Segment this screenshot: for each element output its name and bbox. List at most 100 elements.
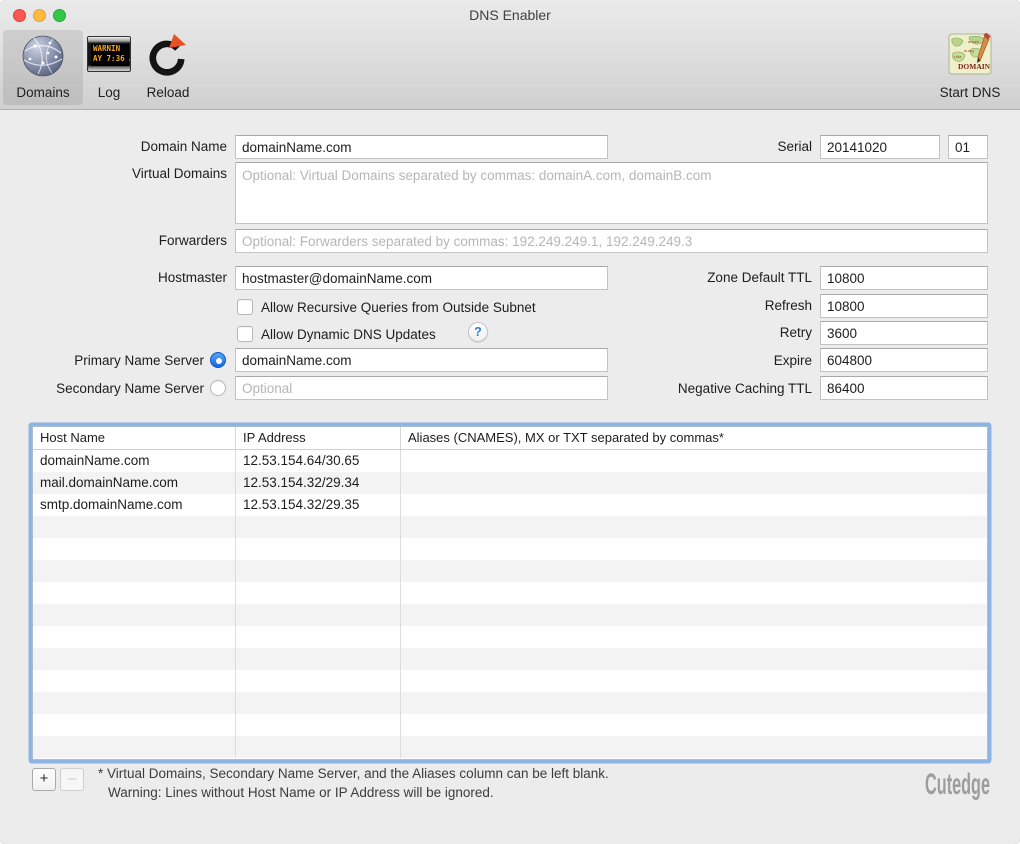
negative-caching-ttl-input[interactable] xyxy=(820,376,988,400)
table-cell-ip[interactable] xyxy=(236,736,401,758)
table-cell-ip[interactable]: 12.53.154.32/29.35 xyxy=(236,494,401,516)
domain-name-input[interactable] xyxy=(235,135,608,159)
table-row[interactable] xyxy=(33,670,987,692)
help-button[interactable]: ? xyxy=(468,322,488,342)
reload-icon xyxy=(145,33,191,79)
table-cell-ip[interactable] xyxy=(236,670,401,692)
table-cell-aliases[interactable] xyxy=(401,692,987,714)
forwarders-label: Forwarders xyxy=(159,233,227,248)
virtual-domains-label: Virtual Domains xyxy=(132,166,227,181)
table-cell-aliases[interactable] xyxy=(401,516,987,538)
serial-input[interactable] xyxy=(820,135,940,159)
table-row[interactable] xyxy=(33,692,987,714)
toolbar-item-domains[interactable]: Domains xyxy=(3,30,83,105)
primary-ns-label: Primary Name Server xyxy=(74,353,204,368)
table-cell-host[interactable] xyxy=(33,714,236,736)
table-row[interactable] xyxy=(33,648,987,670)
table-cell-ip[interactable] xyxy=(236,714,401,736)
svg-text:r.biz: r.biz xyxy=(954,54,961,59)
toolbar-item-reload[interactable]: Reload xyxy=(136,30,200,105)
primary-ns-input[interactable] xyxy=(235,348,608,372)
table-row[interactable] xyxy=(33,736,987,758)
table-row[interactable] xyxy=(33,626,987,648)
table-cell-ip[interactable] xyxy=(236,538,401,560)
expire-input[interactable] xyxy=(820,348,988,372)
table-row[interactable] xyxy=(33,560,987,582)
hostmaster-input[interactable] xyxy=(235,266,608,290)
table-cell-host[interactable] xyxy=(33,516,236,538)
toolbar-item-start-dns[interactable]: a.com w.org r.biz DOMAIN Start DNS xyxy=(928,30,1012,105)
allow-dynamic-checkbox[interactable] xyxy=(237,326,253,342)
table-cell-aliases[interactable] xyxy=(401,714,987,736)
allow-recursive-label: Allow Recursive Queries from Outside Sub… xyxy=(261,300,536,315)
table-row[interactable] xyxy=(33,714,987,736)
add-row-button[interactable]: + xyxy=(32,768,56,791)
log-led-icon: WARNINAY 7:36 A xyxy=(87,36,131,72)
forwarders-input[interactable] xyxy=(235,229,988,253)
table-cell-host[interactable] xyxy=(33,604,236,626)
primary-ns-radio[interactable] xyxy=(210,352,226,368)
table-row[interactable]: smtp.domainName.com12.53.154.32/29.35 xyxy=(33,494,987,516)
column-header-ip-address[interactable]: IP Address xyxy=(236,427,401,449)
table-cell-ip[interactable]: 12.53.154.64/30.65 xyxy=(236,450,401,472)
table-cell-aliases[interactable] xyxy=(401,626,987,648)
table-cell-host[interactable] xyxy=(33,560,236,582)
serial-label: Serial xyxy=(777,139,812,154)
table-cell-ip[interactable] xyxy=(236,626,401,648)
table-cell-aliases[interactable] xyxy=(401,450,987,472)
column-header-host-name[interactable]: Host Name xyxy=(33,427,236,449)
cutedge-logo: Cutedge xyxy=(925,768,990,802)
table-cell-ip[interactable]: 12.53.154.32/29.34 xyxy=(236,472,401,494)
table-cell-ip[interactable] xyxy=(236,582,401,604)
table-cell-ip[interactable] xyxy=(236,648,401,670)
secondary-ns-radio[interactable] xyxy=(210,380,226,396)
table-cell-aliases[interactable] xyxy=(401,560,987,582)
app-window: DNS Enabler Domain xyxy=(0,0,1020,844)
table-cell-aliases[interactable] xyxy=(401,736,987,758)
table-cell-host[interactable] xyxy=(33,582,236,604)
domain-name-label: Domain Name xyxy=(141,139,227,154)
table-cell-aliases[interactable] xyxy=(401,582,987,604)
table-cell-aliases[interactable] xyxy=(401,604,987,626)
table-row[interactable] xyxy=(33,582,987,604)
virtual-domains-textarea[interactable] xyxy=(235,162,988,224)
table-cell-aliases[interactable] xyxy=(401,670,987,692)
remove-row-button[interactable]: – xyxy=(60,768,84,791)
retry-input[interactable] xyxy=(820,321,988,345)
table-cell-host[interactable] xyxy=(33,648,236,670)
zone-default-ttl-input[interactable] xyxy=(820,266,988,290)
secondary-ns-label: Secondary Name Server xyxy=(56,381,204,396)
table-cell-ip[interactable] xyxy=(236,604,401,626)
table-cell-host[interactable]: mail.domainName.com xyxy=(33,472,236,494)
table-row[interactable] xyxy=(33,538,987,560)
table-cell-host[interactable] xyxy=(33,670,236,692)
refresh-label: Refresh xyxy=(765,298,812,313)
toolbar-item-log[interactable]: WARNINAY 7:36 A Log xyxy=(85,30,133,105)
table-cell-host[interactable]: smtp.domainName.com xyxy=(33,494,236,516)
table-cell-aliases[interactable] xyxy=(401,494,987,516)
table-row[interactable] xyxy=(33,604,987,626)
allow-recursive-checkbox[interactable] xyxy=(237,299,253,315)
host-table[interactable]: Host Name IP Address Aliases (CNAMES), M… xyxy=(32,426,988,760)
table-row[interactable] xyxy=(33,516,987,538)
table-cell-ip[interactable] xyxy=(236,516,401,538)
column-header-aliases[interactable]: Aliases (CNAMES), MX or TXT separated by… xyxy=(401,427,987,449)
table-cell-aliases[interactable] xyxy=(401,648,987,670)
refresh-input[interactable] xyxy=(820,294,988,318)
table-cell-aliases[interactable] xyxy=(401,472,987,494)
table-cell-host[interactable]: domainName.com xyxy=(33,450,236,472)
table-cell-host[interactable] xyxy=(33,538,236,560)
table-cell-host[interactable] xyxy=(33,692,236,714)
footnote-line1: * Virtual Domains, Secondary Name Server… xyxy=(98,766,609,781)
serial-suffix-input[interactable] xyxy=(948,135,988,159)
table-cell-aliases[interactable] xyxy=(401,538,987,560)
table-cell-host[interactable] xyxy=(33,736,236,758)
retry-label: Retry xyxy=(780,325,812,340)
table-cell-ip[interactable] xyxy=(236,692,401,714)
table-row[interactable]: mail.domainName.com12.53.154.32/29.34 xyxy=(33,472,987,494)
table-cell-ip[interactable] xyxy=(236,560,401,582)
svg-text:a.com: a.com xyxy=(968,39,980,44)
table-cell-host[interactable] xyxy=(33,626,236,648)
table-row[interactable]: domainName.com12.53.154.64/30.65 xyxy=(33,450,987,472)
secondary-ns-input[interactable] xyxy=(235,376,608,400)
